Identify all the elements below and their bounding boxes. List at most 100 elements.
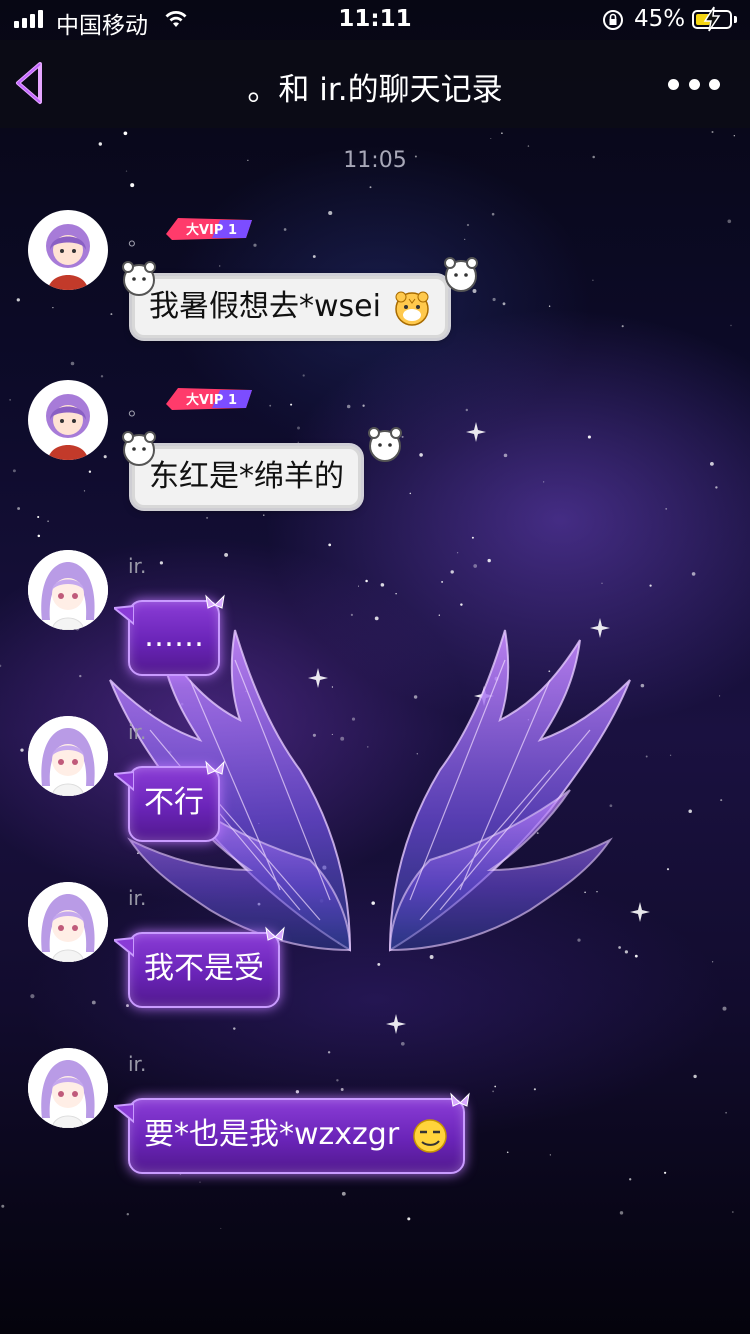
butterfly-decoration-icon bbox=[449, 1092, 470, 1107]
message-text: 我暑假想去*wsei bbox=[149, 289, 381, 324]
star bbox=[297, 426, 300, 430]
message-text: 东红是*绵羊的 bbox=[149, 459, 344, 494]
star bbox=[587, 435, 591, 439]
star bbox=[466, 223, 470, 227]
avatar[interactable] bbox=[28, 550, 108, 630]
star bbox=[720, 799, 723, 802]
star bbox=[619, 1211, 624, 1215]
star bbox=[409, 492, 412, 495]
star bbox=[295, 1090, 300, 1094]
message-bubble[interactable]: …… bbox=[114, 594, 225, 676]
star bbox=[312, 255, 316, 258]
star bbox=[460, 603, 463, 606]
message-text: 我不是受 bbox=[144, 951, 264, 986]
star bbox=[730, 324, 732, 327]
star bbox=[727, 219, 732, 224]
star bbox=[328, 210, 333, 216]
star bbox=[130, 183, 135, 188]
star bbox=[199, 1181, 201, 1183]
message-text: …… bbox=[144, 619, 204, 654]
message-bubble[interactable]: 东红是*绵羊的 bbox=[132, 446, 361, 508]
message-bubble[interactable]: 要*也是我*wzxzgr bbox=[114, 1092, 470, 1174]
message-text: 不行 bbox=[144, 785, 204, 820]
sender-name: ir. bbox=[128, 1052, 147, 1076]
star bbox=[501, 132, 503, 135]
vip-badge-label: 大VIP 1 bbox=[186, 392, 237, 408]
sender-name: ir. bbox=[128, 720, 147, 744]
star bbox=[395, 593, 397, 595]
star bbox=[346, 404, 351, 409]
star bbox=[548, 305, 551, 307]
avatar[interactable] bbox=[28, 882, 108, 962]
star bbox=[419, 453, 423, 457]
star bbox=[494, 1085, 497, 1088]
sender-name: 。 bbox=[128, 396, 148, 420]
star bbox=[471, 536, 474, 539]
navigation-bar: 。和 ir.的聊天记录 bbox=[0, 40, 750, 128]
star bbox=[365, 579, 368, 583]
sender-name: ir. bbox=[128, 554, 147, 578]
vip-badge: 大VIP 1 bbox=[166, 218, 252, 240]
message-text: 要*也是我*wzxzgr bbox=[144, 1117, 400, 1152]
battery-percent: 45% bbox=[634, 6, 686, 32]
star bbox=[37, 534, 41, 538]
bear-decoration-icon bbox=[122, 431, 156, 466]
avatar[interactable] bbox=[28, 210, 108, 290]
star bbox=[733, 135, 735, 137]
star bbox=[487, 558, 491, 563]
star bbox=[1, 1204, 5, 1208]
star bbox=[503, 453, 508, 458]
star bbox=[336, 1079, 339, 1082]
vip-badge: 大VIP 1 bbox=[166, 388, 252, 410]
star bbox=[441, 580, 444, 583]
sender-name: ir. bbox=[128, 886, 147, 910]
star bbox=[407, 1217, 411, 1221]
avatar[interactable] bbox=[28, 1048, 108, 1128]
message-bubble[interactable]: 我不是受 bbox=[114, 926, 285, 1008]
star bbox=[224, 552, 229, 557]
message-bubble[interactable]: 不行 bbox=[114, 760, 225, 842]
star bbox=[206, 516, 209, 519]
orientation-lock-icon bbox=[603, 10, 623, 30]
star bbox=[629, 1178, 632, 1181]
star bbox=[549, 1154, 551, 1156]
star bbox=[722, 1006, 727, 1011]
more-dots-icon[interactable] bbox=[668, 70, 720, 98]
star bbox=[711, 130, 714, 134]
message-timestamp: 11:05 bbox=[343, 148, 407, 173]
star bbox=[691, 572, 696, 576]
avatar[interactable] bbox=[28, 716, 108, 796]
sender-name: 。 bbox=[128, 226, 148, 250]
star bbox=[731, 1211, 734, 1213]
star bbox=[506, 1151, 509, 1154]
message-bubble[interactable]: 我暑假想去*wsei bbox=[132, 276, 448, 338]
star bbox=[16, 298, 20, 302]
charging-bolt-icon bbox=[703, 6, 721, 32]
star bbox=[220, 1227, 222, 1229]
battery-tip bbox=[734, 16, 737, 23]
star bbox=[17, 507, 21, 510]
avatar[interactable] bbox=[28, 380, 108, 460]
star bbox=[492, 297, 496, 302]
tiger-face-icon bbox=[394, 291, 429, 326]
sparkle-star bbox=[466, 422, 486, 442]
status-bar: 中国移动 11:11 45% bbox=[0, 0, 750, 40]
star bbox=[502, 302, 506, 306]
star bbox=[52, 306, 54, 309]
star bbox=[490, 137, 492, 140]
star bbox=[47, 520, 49, 523]
star bbox=[663, 1171, 667, 1174]
chat-title: 。和 ir.的聊天记录 bbox=[247, 72, 503, 108]
star bbox=[456, 552, 459, 554]
star bbox=[693, 1074, 697, 1079]
star bbox=[269, 404, 272, 407]
star bbox=[711, 961, 714, 963]
star bbox=[665, 508, 668, 510]
star bbox=[70, 361, 75, 366]
star bbox=[438, 614, 440, 616]
star bbox=[253, 243, 257, 247]
star bbox=[709, 461, 714, 466]
star bbox=[37, 515, 40, 519]
butterfly-decoration-icon bbox=[265, 926, 285, 941]
star bbox=[473, 564, 478, 568]
